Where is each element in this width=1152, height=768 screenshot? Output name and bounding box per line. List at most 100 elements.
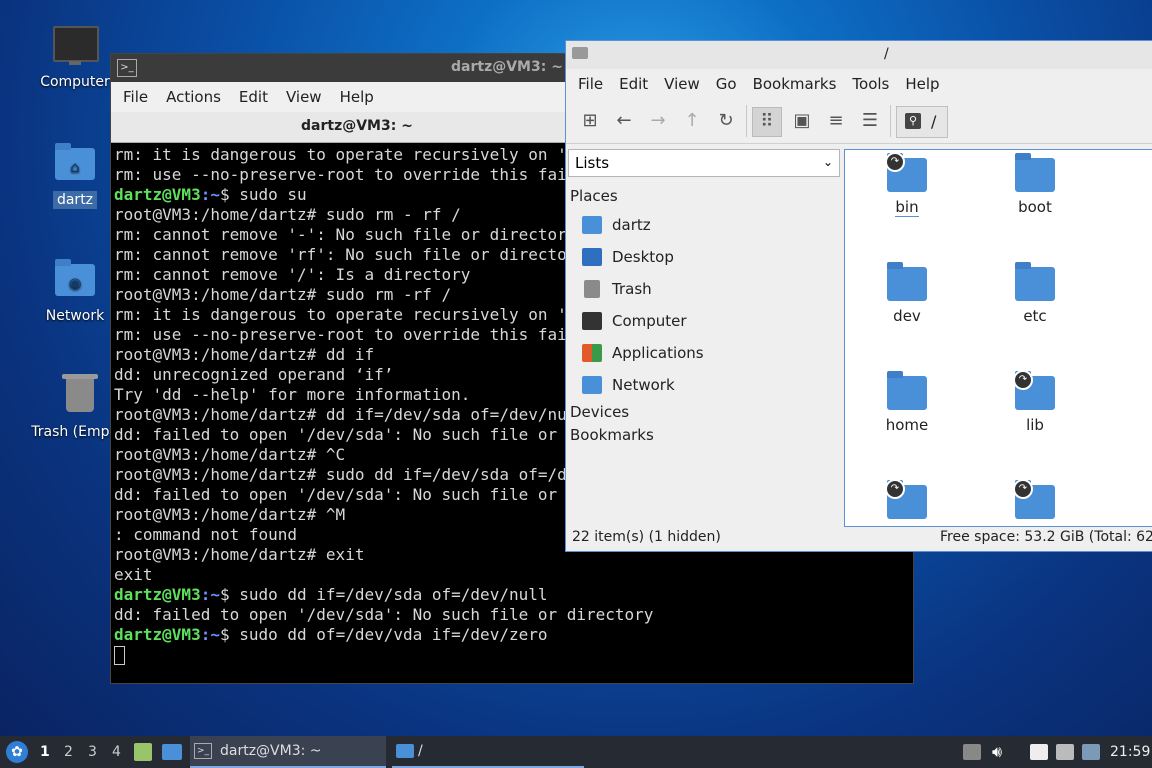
folder-item-label: lib — [1026, 416, 1044, 434]
prompt-user: dartz@VM3 — [114, 625, 201, 644]
applications-icon — [582, 344, 602, 362]
chevron-down-icon: ⌄ — [822, 155, 833, 169]
workspace-4[interactable]: 4 — [112, 736, 121, 768]
icon-view-icon[interactable]: ⠿ — [752, 107, 782, 137]
place-item-label: Applications — [612, 344, 704, 362]
back-arrow-icon[interactable]: ← — [610, 107, 638, 135]
detailed-list-view-icon[interactable]: ☰ — [856, 107, 884, 135]
folder-item-label: home — [885, 416, 929, 434]
terminal-menu-view[interactable]: View — [286, 88, 322, 106]
folder-icon — [887, 371, 927, 410]
fm-menu-view[interactable]: View — [664, 75, 700, 93]
workspace-2[interactable]: 2 — [64, 736, 73, 768]
terminal-icon: >_ — [117, 59, 137, 77]
status-bar: 22 item(s) (1 hidden) Free space: 53.2 G… — [566, 525, 1152, 551]
symlink-badge-icon: ↷ — [885, 479, 905, 499]
folder-item-label: dev — [893, 307, 921, 325]
fm-menu-edit[interactable]: Edit — [619, 75, 648, 93]
file-manager-menubar: File Edit View Go Bookmarks Tools Help — [566, 69, 1152, 99]
terminal-line: dd: failed to open '/dev/sda': No such f… — [114, 605, 654, 624]
terminal-menu-file[interactable]: File — [123, 88, 148, 106]
side-pane-mode-select[interactable]: Lists ⌄ — [568, 149, 840, 177]
task-file-manager[interactable]: / — [392, 736, 584, 768]
forward-arrow-icon[interactable]: → — [644, 107, 672, 135]
trash-icon — [584, 280, 600, 298]
terminal-line: dartz@VM3:~$ sudo dd if=/dev/sda of=/dev… — [114, 585, 910, 605]
file-manager-titlebar[interactable]: / — [566, 41, 1152, 69]
clock[interactable]: 21:59 — [1110, 736, 1150, 768]
prompt-path: :~ — [200, 585, 220, 604]
workspace-1[interactable]: 1 — [40, 736, 50, 768]
fm-menu-file[interactable]: File — [578, 75, 603, 93]
fm-menu-tools[interactable]: Tools — [852, 75, 889, 93]
path-bar[interactable]: ⚲ / — [896, 106, 948, 138]
file-manager-toolbar: ⊞ ← → ↑ ↻ ⠿ ▣ ≡ ☰ ⚲ / — [566, 99, 1152, 144]
folder-item-bin[interactable]: ↷ bin — [857, 150, 957, 217]
start-menu-icon[interactable]: ✿ — [6, 741, 28, 763]
fm-menu-go[interactable]: Go — [716, 75, 737, 93]
place-item-label: Desktop — [612, 248, 674, 266]
folder-item-dev[interactable]: dev — [857, 259, 957, 325]
folder-icon — [396, 744, 414, 758]
fm-menu-bookmarks[interactable]: Bookmarks — [753, 75, 837, 93]
symlink-badge-icon: ↷ — [1013, 370, 1033, 390]
network-icon — [582, 376, 602, 394]
terminal-line: dartz@VM3:~$ sudo dd of=/dev/vda if=/dev… — [114, 625, 910, 645]
thumbnail-view-icon[interactable]: ▣ — [788, 107, 816, 135]
folder-item-lib[interactable]: ↷ lib — [985, 368, 1085, 434]
computer-icon — [582, 312, 602, 330]
place-item-label: Network — [612, 376, 675, 394]
terminal-menu-actions[interactable]: Actions — [166, 88, 221, 106]
path-text: / — [931, 112, 937, 131]
folder-icon — [887, 262, 927, 301]
place-item-trash[interactable]: Trash — [582, 277, 652, 301]
folder-item-etc[interactable]: etc — [985, 259, 1085, 325]
prompt-user: dartz@VM3 — [114, 585, 201, 604]
fm-menu-help[interactable]: Help — [905, 75, 939, 93]
file-manager-launcher-icon[interactable] — [162, 744, 182, 760]
prompt-user: dartz@VM3 — [114, 185, 201, 204]
trash-icon — [58, 374, 102, 418]
bookmarks-header[interactable]: Bookmarks — [570, 426, 654, 444]
folder-icon: ↷ — [1013, 370, 1055, 410]
notes-launcher-icon[interactable] — [134, 743, 152, 761]
terminal-menu-help[interactable]: Help — [340, 88, 374, 106]
folder-icon — [1015, 153, 1055, 192]
place-item-desktop[interactable]: Desktop — [582, 245, 674, 269]
place-item-dartz[interactable]: dartz — [582, 213, 651, 237]
task-label: dartz@VM3: ~ — [220, 743, 322, 759]
terminal-window-title: dartz@VM3: ~ — [451, 59, 563, 75]
devices-header[interactable]: Devices — [570, 403, 629, 421]
desktop-icon-label: dartz — [52, 191, 98, 209]
new-tab-icon[interactable]: ⊞ — [576, 107, 604, 135]
file-icon-grid[interactable]: ↷ bin boot dev etc home ↷ lib ↷ ↷ — [844, 149, 1152, 527]
place-item-network[interactable]: Network — [582, 373, 675, 397]
terminal-icon: >_ — [194, 743, 212, 759]
computer-icon — [53, 24, 99, 68]
network-status-icon[interactable] — [1056, 744, 1074, 760]
place-item-computer[interactable]: Computer — [582, 309, 687, 333]
folder-item[interactable]: ↷ — [857, 477, 957, 525]
workspace-3[interactable]: 3 — [88, 736, 97, 768]
file-manager-window-title: / — [884, 46, 889, 62]
up-arrow-icon[interactable]: ↑ — [678, 107, 706, 135]
folder-icon: ↷ — [885, 152, 927, 192]
terminal-menu-edit[interactable]: Edit — [239, 88, 268, 106]
updates-icon[interactable] — [963, 744, 981, 760]
folder-item-label: etc — [1023, 307, 1047, 325]
status-free-space: Free space: 53.2 GiB (Total: 62.7 GiB) — [940, 529, 1152, 545]
notifications-icon[interactable] — [1082, 744, 1100, 760]
place-item-label: Computer — [612, 312, 687, 330]
volume-icon[interactable]: 🔊︎ — [992, 736, 1002, 768]
folder-icon: ↷ — [885, 479, 927, 519]
folder-item[interactable]: ↷ — [985, 477, 1085, 525]
task-terminal[interactable]: >_ dartz@VM3: ~ — [190, 736, 386, 768]
clipboard-icon[interactable] — [1030, 744, 1048, 760]
place-item-applications[interactable]: Applications — [582, 341, 704, 365]
file-manager-window[interactable]: / File Edit View Go Bookmarks Tools Help… — [565, 40, 1152, 552]
folder-icon — [1015, 262, 1055, 301]
folder-item-boot[interactable]: boot — [985, 150, 1085, 216]
reload-icon[interactable]: ↻ — [712, 107, 740, 135]
compact-view-icon[interactable]: ≡ — [822, 107, 850, 135]
folder-item-home[interactable]: home — [857, 368, 957, 434]
